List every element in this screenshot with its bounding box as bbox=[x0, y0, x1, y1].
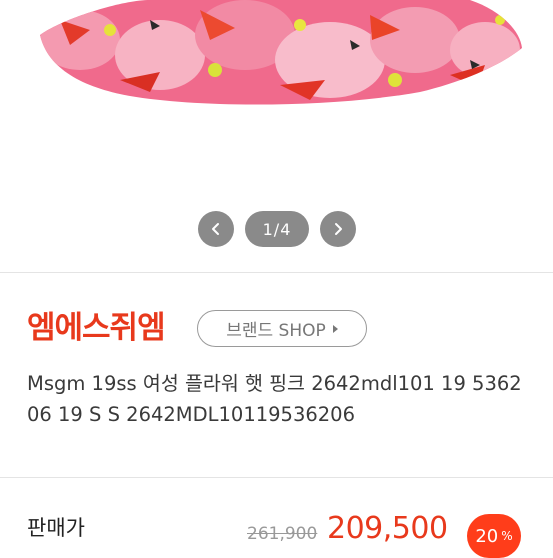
product-title: Msgm 19ss 여성 플라워 햇 핑크 2642mdl101 19 5362… bbox=[27, 372, 522, 426]
section-divider bbox=[0, 477, 553, 478]
discount-badge: 20% bbox=[467, 514, 521, 558]
sale-price: 209,500 bbox=[327, 511, 448, 546]
brand-shop-label: 브랜드 SHOP bbox=[226, 321, 326, 341]
prev-image-button[interactable] bbox=[198, 211, 234, 247]
image-counter: 1/4 bbox=[245, 211, 309, 247]
original-price: 261,900 bbox=[247, 524, 318, 544]
section-divider bbox=[0, 272, 553, 273]
chevron-right-icon bbox=[335, 223, 342, 235]
product-image[interactable] bbox=[0, 0, 553, 200]
brand-name[interactable]: 엠에스쥐엠 bbox=[27, 308, 166, 348]
next-image-button[interactable] bbox=[320, 211, 356, 247]
discount-value: 20 bbox=[475, 525, 499, 547]
image-pager: 1/4 bbox=[0, 211, 553, 247]
brand-shop-button[interactable]: 브랜드 SHOP bbox=[197, 310, 367, 347]
product-image-gallery[interactable]: 1/4 bbox=[0, 0, 553, 272]
chevron-left-icon bbox=[212, 223, 219, 235]
discount-unit: % bbox=[501, 529, 513, 543]
caret-right-icon bbox=[332, 324, 338, 333]
price-label: 판매가 bbox=[27, 516, 85, 540]
